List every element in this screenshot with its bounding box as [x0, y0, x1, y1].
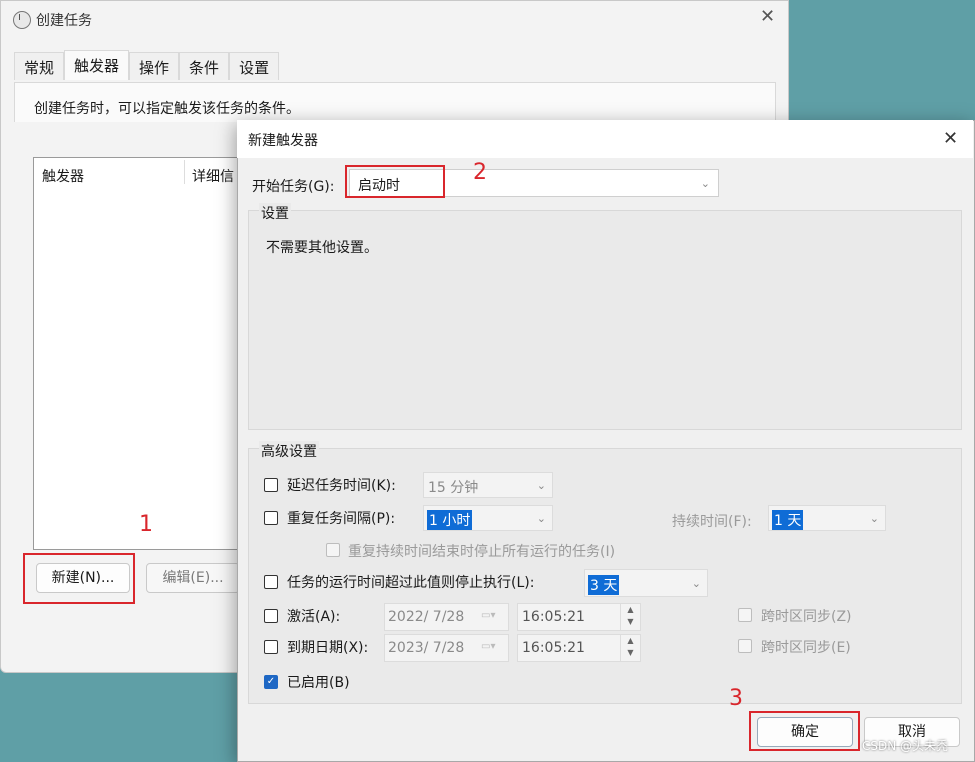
- repeat-label: 重复任务间隔(P):: [287, 511, 396, 527]
- tab-settings[interactable]: 设置: [229, 52, 280, 80]
- dialog-close-icon[interactable]: ✕: [943, 128, 958, 149]
- enabled-checkbox[interactable]: ✓: [264, 675, 278, 689]
- chevron-down-icon: ⌄: [536, 512, 546, 525]
- delay-combo[interactable]: 15 分钟 ⌄: [423, 472, 553, 498]
- edit-trigger-button[interactable]: 编辑(E)...: [146, 563, 240, 593]
- column-details[interactable]: 详细信: [192, 166, 234, 186]
- highlight-box-1: [23, 553, 135, 604]
- delay-label: 延迟任务时间(K):: [287, 478, 396, 494]
- advanced-group-title: 高级设置: [259, 441, 319, 461]
- chevron-down-icon: ⌄: [691, 577, 701, 590]
- duration-label: 持续时间(F):: [672, 514, 752, 530]
- activate-time-value: 16:05:21: [522, 609, 585, 625]
- trigger-description: 创建任务时，可以指定触发该任务的条件。: [34, 101, 300, 117]
- spin-up-down-icon[interactable]: ▲ ▼: [620, 604, 640, 630]
- sync-tz-label-2: 跨时区同步(E): [761, 640, 851, 656]
- repeat-checkbox[interactable]: [264, 511, 278, 525]
- expire-date-picker[interactable]: 2023/ 7/28 ▭▾: [384, 634, 509, 662]
- stop-if-longer-checkbox[interactable]: [264, 575, 278, 589]
- calendar-dropdown-icon: ▭▾: [481, 610, 496, 621]
- spin-up-down-icon[interactable]: ▲ ▼: [620, 635, 640, 661]
- begin-task-label: 开始任务(G):: [252, 179, 335, 195]
- stop-if-longer-label: 任务的运行时间超过此值则停止执行(L):: [287, 575, 535, 591]
- tab-triggers[interactable]: 触发器: [64, 50, 130, 80]
- expire-time-value: 16:05:21: [522, 640, 585, 656]
- highlight-box-2: [345, 165, 445, 198]
- step-2-label: 2: [473, 160, 487, 185]
- sync-tz-checkbox-2[interactable]: [738, 639, 752, 653]
- tab-bar: 常规 触发器 操作 条件 设置: [14, 50, 280, 82]
- tab-conditions[interactable]: 条件: [179, 52, 230, 80]
- delay-value: 15 分钟: [428, 480, 479, 496]
- duration-combo[interactable]: 1 天 ⌄: [768, 505, 886, 531]
- csdn-watermark: CSDN @头未秃: [862, 739, 949, 753]
- clock-hand-icon: [19, 14, 20, 20]
- duration-value: 1 天: [772, 510, 804, 530]
- trigger-list[interactable]: [33, 157, 263, 550]
- stop-at-end-checkbox[interactable]: [326, 543, 340, 557]
- activate-label: 激活(A):: [287, 609, 341, 625]
- close-icon[interactable]: ✕: [760, 6, 775, 27]
- step-3-label: 3: [729, 686, 743, 711]
- expire-time-picker[interactable]: 16:05:21 ▲ ▼: [517, 634, 641, 662]
- repeat-combo[interactable]: 1 小时 ⌄: [423, 505, 553, 531]
- enabled-label: 已启用(B): [287, 675, 350, 691]
- calendar-dropdown-icon: ▭▾: [481, 641, 496, 652]
- sync-tz-label-1: 跨时区同步(Z): [761, 609, 852, 625]
- dialog-title-bar: [237, 120, 973, 158]
- sync-tz-checkbox-1[interactable]: [738, 608, 752, 622]
- expire-date-value: 2023/ 7/28: [388, 640, 465, 656]
- column-trigger[interactable]: 触发器: [42, 166, 84, 186]
- chevron-down-icon: ⌄: [869, 512, 879, 525]
- highlight-box-3: [749, 711, 860, 751]
- settings-info-text: 不需要其他设置。: [266, 240, 378, 256]
- delay-checkbox[interactable]: [264, 478, 278, 492]
- activate-date-value: 2022/ 7/28: [388, 609, 465, 625]
- repeat-value: 1 小时: [427, 510, 473, 530]
- stop-if-longer-combo[interactable]: 3 天 ⌄: [584, 569, 708, 597]
- stop-if-longer-value: 3 天: [588, 575, 620, 595]
- activate-time-picker[interactable]: 16:05:21 ▲ ▼: [517, 603, 641, 631]
- activate-date-picker[interactable]: 2022/ 7/28 ▭▾: [384, 603, 509, 631]
- chevron-down-icon: ⌄: [536, 479, 546, 492]
- expire-label: 到期日期(X):: [287, 640, 369, 656]
- dialog-title: 新建触发器: [248, 133, 318, 149]
- tab-general[interactable]: 常规: [14, 52, 65, 80]
- chevron-down-icon: ⌄: [700, 177, 710, 190]
- column-divider: [184, 160, 185, 184]
- expire-checkbox[interactable]: [264, 640, 278, 654]
- tab-actions[interactable]: 操作: [129, 52, 180, 80]
- activate-checkbox[interactable]: [264, 609, 278, 623]
- back-window-title: 创建任务: [36, 13, 92, 29]
- step-1-label: 1: [139, 512, 153, 537]
- task-scheduler-icon: [13, 11, 31, 29]
- settings-group-title: 设置: [259, 203, 291, 223]
- stop-at-end-label: 重复持续时间结束时停止所有运行的任务(I): [348, 544, 616, 560]
